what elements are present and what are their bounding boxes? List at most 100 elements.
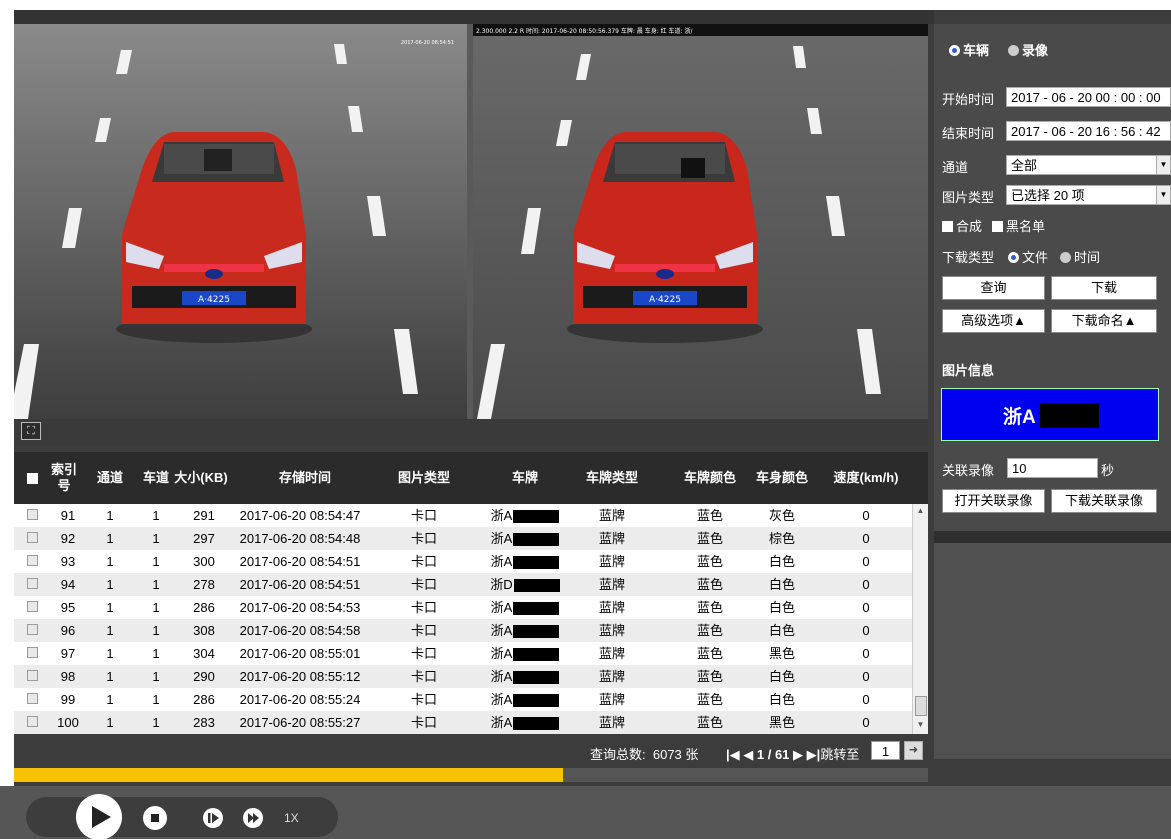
cell-body-color: 黑色 [768,715,795,730]
col-plate-color[interactable]: 车牌颜色 [678,452,742,504]
mode-record-radio[interactable]: 录像 [1008,40,1048,59]
row-checkbox[interactable] [24,596,40,619]
col-time[interactable]: 存储时间 [240,452,370,504]
col-size[interactable]: 大小(KB) [170,452,232,504]
cell-size: 286 [193,600,215,615]
cell-plate-color: 蓝色 [696,508,723,523]
table-row[interactable]: 91 1 1 291 2017-06-20 08:54:47 卡口 浙A 蓝牌 蓝色 灰色 0 [14,504,912,527]
row-checkbox[interactable] [24,711,40,734]
select-all-checkbox[interactable] [24,452,40,504]
cell-plate: 浙A [488,550,562,573]
cell-plate-color: 蓝色 [696,554,723,569]
cell-plate-color: 蓝色 [696,577,723,592]
row-checkbox[interactable] [24,504,40,527]
start-time-input[interactable]: 2017 - 06 - 20 00 : 00 : 00 [1006,87,1171,107]
prev-page-icon[interactable]: ◀ [743,747,753,762]
related-video-input[interactable]: 10 [1007,458,1098,478]
mode-vehicle-radio[interactable]: 车辆 [949,40,989,59]
play-button[interactable] [76,794,122,839]
end-time-input[interactable]: 2017 - 06 - 20 16 : 56 : 42 [1006,121,1171,141]
cell-index: 99 [60,692,76,707]
row-checkbox[interactable] [24,688,40,711]
download-time-radio[interactable]: 时间 [1060,247,1100,266]
stop-button[interactable] [143,806,167,830]
table-row[interactable]: 92 1 1 297 2017-06-20 08:54:48 卡口 浙A 蓝牌 蓝色 棕色 0 [14,527,912,550]
table-row[interactable]: 97 1 1 304 2017-06-20 08:55:01 卡口 浙A 蓝牌 蓝色 黑色 0 [14,642,912,665]
channel-select[interactable]: 全部 ▼ [1006,155,1171,175]
col-plate-type[interactable]: 车牌类型 [574,452,650,504]
cell-speed: 0 [862,692,870,707]
download-related-video-button[interactable]: 下载关联录像 [1051,489,1157,513]
table-scrollbar[interactable]: ▲ ▼ [912,504,928,734]
jump-go-icon[interactable]: ➜ [904,741,923,760]
pic-info-title: 图片信息 [942,363,995,378]
jump-label: 跳转至 [820,747,860,762]
scroll-thumb[interactable] [915,696,927,716]
col-lane[interactable]: 车道 [138,452,174,504]
slow-down-button[interactable] [203,808,223,828]
row-checkbox[interactable] [24,619,40,642]
row-checkbox[interactable] [24,550,40,573]
composite-checkbox[interactable]: 合成 [942,216,982,235]
camera-view-right[interactable]: 2.300.000 2.2 R 时间: 2017-06-20 08:50:56.… [473,24,928,419]
cell-body-color: 黑色 [768,646,795,661]
chevron-down-icon: ▼ [1156,186,1170,204]
download-naming-button[interactable]: 下载命名▲ [1051,309,1157,333]
query-button[interactable]: 查询 [942,276,1045,300]
col-channel[interactable]: 通道 [92,452,128,504]
camera-view-left[interactable]: A·4225 2017-06-20 08:54:51 [14,24,467,419]
open-related-video-button[interactable]: 打开关联录像 [942,489,1045,513]
plate-redaction [1040,403,1099,428]
download-file-radio[interactable]: 文件 [1008,247,1048,266]
table-row[interactable]: 93 1 1 300 2017-06-20 08:54:51 卡口 浙A 蓝牌 蓝色 白色 0 [14,550,912,573]
table-row[interactable]: 94 1 1 278 2017-06-20 08:54:51 卡口 浙D 蓝牌 蓝色 白色 0 [14,573,912,596]
cell-time: 2017-06-20 08:55:01 [239,646,361,661]
stop-icon [151,814,159,822]
cell-time: 2017-06-20 08:54:47 [239,508,361,523]
cell-size: 300 [193,554,215,569]
blacklist-checkbox[interactable]: 黑名单 [992,216,1045,235]
chevron-down-icon: ▼ [1156,156,1170,174]
pic-type-select[interactable]: 已选择 20 项 ▼ [1006,185,1171,205]
last-page-icon[interactable]: ▶| [807,747,821,762]
cell-pic-type: 卡口 [410,623,437,638]
plate-redaction [513,510,560,524]
scroll-down-icon[interactable]: ▼ [913,718,928,732]
page-text: 1 / 61 [756,747,790,762]
col-speed[interactable]: 速度(km/h) [826,452,906,504]
table-row[interactable]: 98 1 1 290 2017-06-20 08:55:12 卡口 浙A 蓝牌 蓝色 白色 0 [14,665,912,688]
cell-speed: 0 [862,669,870,684]
table-row[interactable]: 100 1 1 283 2017-06-20 08:55:27 卡口 浙A 蓝牌 蓝色 黑色 0 [14,711,912,734]
speed-up-button[interactable] [243,808,263,828]
cell-pic-type: 卡口 [410,715,437,730]
cell-body-color: 白色 [768,623,795,638]
col-body-color[interactable]: 车身颜色 [750,452,814,504]
cell-lane: 1 [152,531,160,546]
col-index[interactable]: 索引号 [50,452,78,504]
cell-body-color: 灰色 [768,508,795,523]
next-page-icon[interactable]: ▶ [793,747,803,762]
cell-channel: 1 [106,531,114,546]
table-row[interactable]: 95 1 1 286 2017-06-20 08:54:53 卡口 浙A 蓝牌 蓝色 白色 0 [14,596,912,619]
col-pic-type[interactable]: 图片类型 [384,452,464,504]
cell-speed: 0 [862,623,870,638]
scroll-up-icon[interactable]: ▲ [913,504,928,518]
plate-redaction [513,717,560,731]
row-checkbox[interactable] [24,527,40,550]
table-row[interactable]: 96 1 1 308 2017-06-20 08:54:58 卡口 浙A 蓝牌 蓝色 白色 0 [14,619,912,642]
first-page-icon[interactable]: |◀ [726,747,740,762]
row-checkbox[interactable] [24,642,40,665]
row-checkbox[interactable] [24,573,40,596]
cell-pic-type: 卡口 [410,669,437,684]
cell-body-color: 白色 [768,577,795,592]
download-button[interactable]: 下载 [1051,276,1157,300]
cell-pic-type: 卡口 [410,554,437,569]
cell-plate: 浙A [488,642,562,665]
fullscreen-icon[interactable]: ⛶ [21,422,41,440]
cell-plate-type: 蓝牌 [598,646,625,661]
row-checkbox[interactable] [24,665,40,688]
jump-page-input[interactable]: 1 [871,741,900,760]
col-plate[interactable]: 车牌 [488,452,562,504]
table-row[interactable]: 99 1 1 286 2017-06-20 08:55:24 卡口 浙A 蓝牌 蓝色 白色 0 [14,688,912,711]
advanced-options-button[interactable]: 高级选项▲ [942,309,1045,333]
